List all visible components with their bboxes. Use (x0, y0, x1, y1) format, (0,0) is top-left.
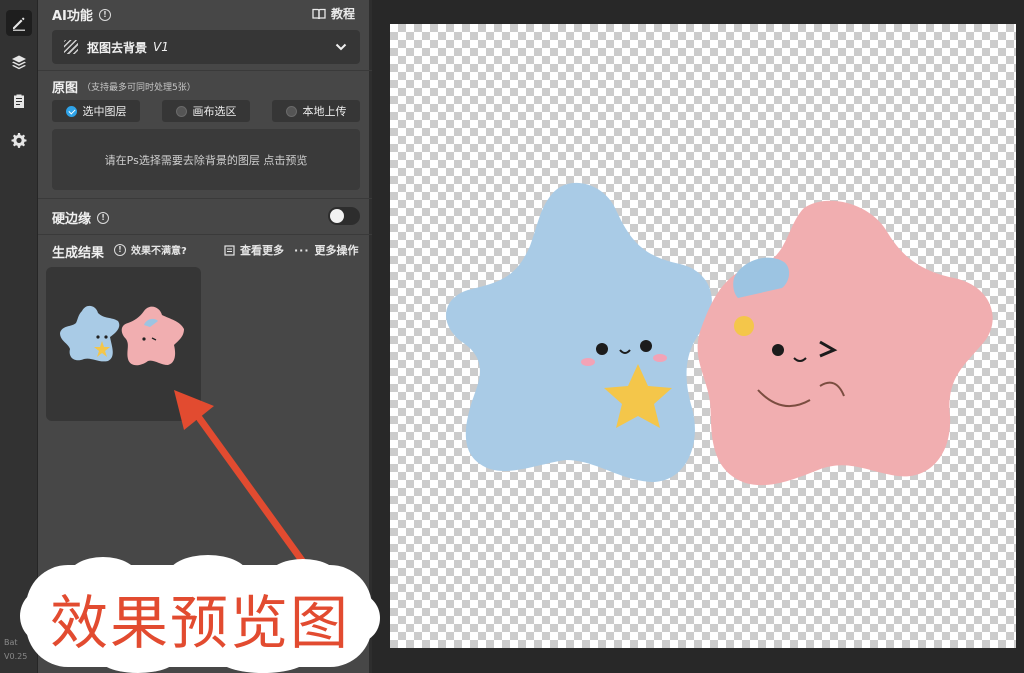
divider (38, 70, 372, 71)
result-title: 生成结果 (52, 246, 105, 261)
gear-icon[interactable] (6, 127, 32, 153)
more-actions-label: 更多操作 (314, 244, 359, 257)
info-icon: ! (114, 243, 126, 256)
radio-unchecked-icon (175, 105, 187, 117)
layers-icon[interactable] (6, 49, 32, 75)
preview-hint: 请在Ps选择需要去除背景的图层 点击预览 (104, 153, 308, 167)
option-label: 选中图层 (82, 105, 127, 118)
tutorial-label: 教程 (330, 7, 355, 21)
info-icon[interactable]: ! (97, 211, 110, 224)
plush-cutout-image (446, 182, 993, 486)
result-section-header: 生成结果 (52, 242, 104, 261)
document-canvas[interactable] (390, 24, 1016, 648)
hard-edge-toggle[interactable] (328, 207, 360, 225)
ai-section-title: AI功能 (52, 9, 93, 24)
radio-unchecked-icon (285, 105, 297, 117)
feature-version: V1 (153, 40, 169, 54)
tutorial-link[interactable]: 教程 (312, 5, 355, 22)
list-icon (224, 244, 235, 256)
chevron-down-icon (335, 43, 347, 51)
source-section-header: 原图 （支持最多可同时处理5张） (52, 77, 196, 96)
view-more-link[interactable]: 查看更多 (224, 242, 284, 258)
info-icon[interactable]: ! (98, 8, 111, 21)
annotation-text: 效果预览图 (49, 589, 350, 657)
view-more-label: 查看更多 (240, 244, 284, 257)
divider (38, 198, 372, 199)
feature-select[interactable]: 抠图去背景 V1 (52, 30, 360, 64)
version-label: Bat (4, 638, 18, 647)
feature-name: 抠图去背景 (87, 40, 148, 55)
option-selected-layer[interactable]: 选中图层 (52, 100, 140, 122)
unsatisfied-label: 效果不满意? (131, 246, 187, 257)
preview-hint-box[interactable]: 请在Ps选择需要去除背景的图层 点击预览 (52, 129, 360, 190)
remove-bg-icon (64, 40, 78, 54)
more-actions-link[interactable]: ··· 更多操作 (294, 242, 359, 258)
option-label: 画布选区 (192, 105, 237, 118)
annotation-arrow (174, 390, 310, 570)
clipboard-icon[interactable] (6, 88, 32, 114)
source-title: 原图 (52, 81, 79, 96)
hard-edge-label: 硬边缘 (52, 212, 92, 227)
source-note: （支持最多可同时处理5张） (82, 83, 196, 93)
ai-section-header: AI功能 ! (52, 5, 111, 24)
ellipsis-icon: ··· (294, 243, 310, 257)
hard-edge-row: 硬边缘 ! (52, 208, 110, 227)
tool-rail: Bat V0.25 (0, 0, 38, 673)
option-canvas-selection[interactable]: 画布选区 (162, 100, 250, 122)
unsatisfied-link[interactable]: ! 效果不满意? (114, 242, 187, 257)
book-icon (312, 8, 326, 19)
version-number: V0.25 (4, 652, 28, 661)
radio-checked-icon (65, 105, 77, 117)
option-label: 本地上传 (302, 105, 347, 118)
pen-icon[interactable] (6, 10, 32, 36)
divider (38, 234, 372, 235)
toggle-knob (330, 209, 344, 223)
option-local-upload[interactable]: 本地上传 (272, 100, 360, 122)
